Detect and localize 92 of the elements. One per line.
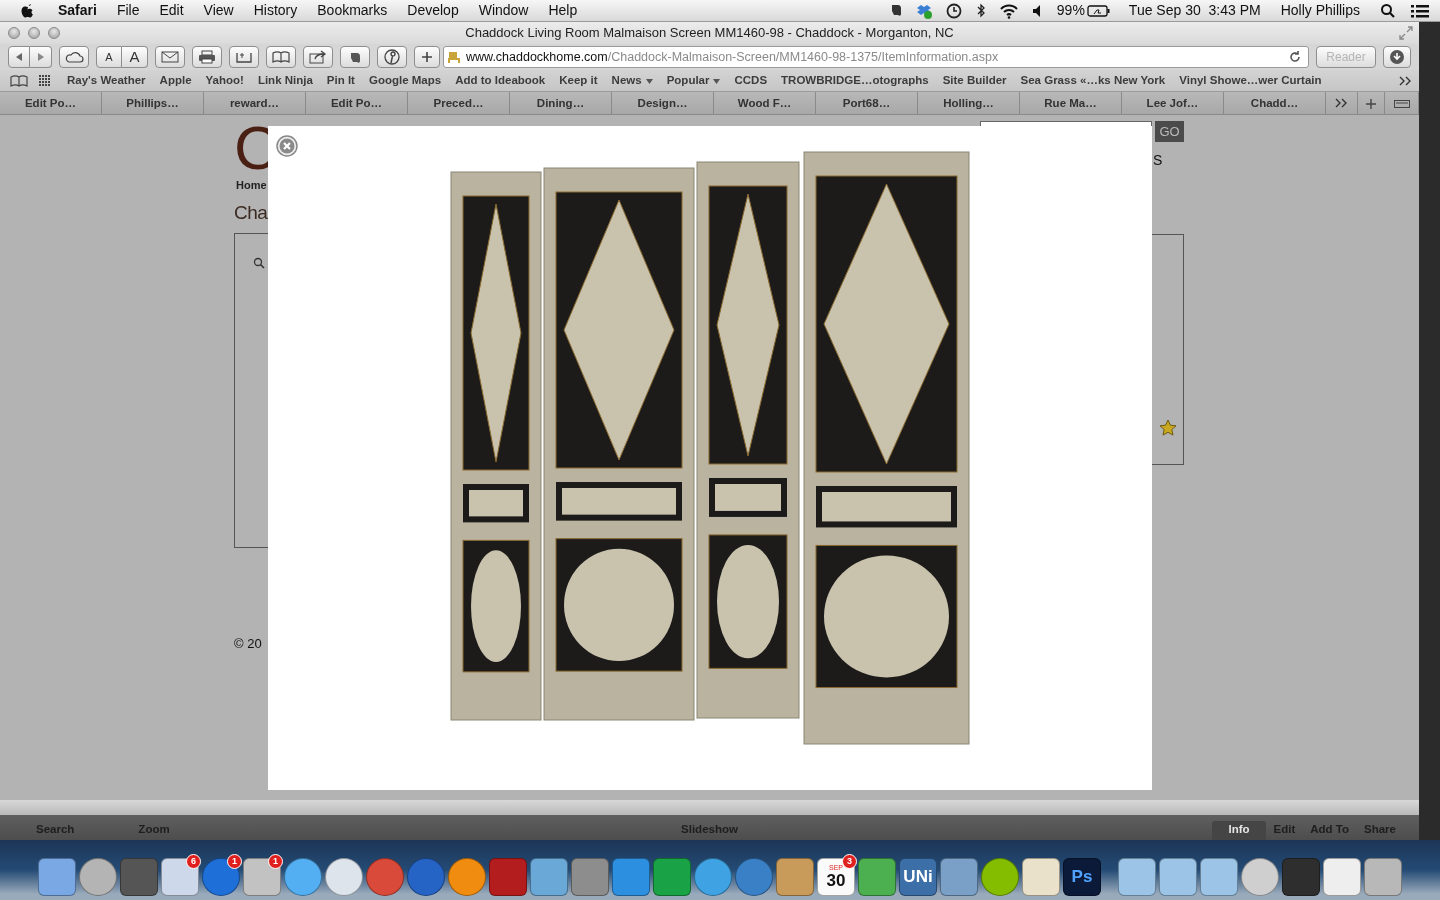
close-icon[interactable] bbox=[276, 134, 298, 157]
reload-icon[interactable] bbox=[1288, 50, 1302, 64]
mail-button[interactable] bbox=[155, 46, 185, 68]
calendar-date: 30 bbox=[826, 872, 846, 890]
copyright-text: © 20 bbox=[234, 635, 262, 653]
window-control[interactable] bbox=[28, 27, 40, 39]
app-logo-text: Ps bbox=[1071, 866, 1093, 889]
chevrons-icon[interactable] bbox=[1335, 98, 1349, 108]
pin-button[interactable] bbox=[377, 46, 407, 68]
app-logo-text: UNi bbox=[903, 866, 933, 889]
uni-logo-icon[interactable]: UNi bbox=[899, 858, 937, 896]
menu-item[interactable]: Help bbox=[538, 0, 588, 21]
share-button[interactable] bbox=[303, 46, 333, 68]
side-letter: S bbox=[1153, 151, 1163, 170]
toolbar-tab[interactable]: Info bbox=[1212, 820, 1266, 840]
bookmark-link[interactable]: Site Builder bbox=[935, 71, 1014, 90]
book-icon[interactable] bbox=[10, 74, 28, 87]
back-button[interactable] bbox=[8, 46, 30, 68]
right-triangle-icon bbox=[35, 52, 46, 62]
notification-count: 1 bbox=[227, 854, 242, 869]
bookmark-link[interactable]: Apple bbox=[152, 71, 199, 90]
breadcrumb-link[interactable]: Home bbox=[236, 177, 267, 194]
add-bookmark-button[interactable] bbox=[229, 46, 259, 68]
new-tab-button[interactable] bbox=[414, 46, 440, 68]
cloud-icon bbox=[64, 51, 84, 63]
menu-item[interactable]: View bbox=[193, 0, 244, 21]
window-thumbnail-icon[interactable] bbox=[1323, 858, 1361, 896]
envelope-icon bbox=[161, 51, 179, 63]
address-host: www.chaddockhome.com bbox=[466, 48, 608, 66]
bookmarks-button[interactable] bbox=[266, 46, 296, 68]
ps-logo-icon[interactable]: Ps bbox=[1063, 858, 1101, 896]
bookmark-link[interactable]: News bbox=[604, 71, 660, 90]
menu-item[interactable]: Window bbox=[468, 0, 539, 21]
bookmark-link[interactable]: Link Ninja bbox=[250, 71, 320, 90]
text-smaller-button[interactable]: A bbox=[96, 46, 122, 68]
caret-icon bbox=[713, 77, 721, 84]
search-field[interactable] bbox=[980, 121, 1152, 126]
page-heading: Cha bbox=[234, 200, 268, 225]
bookmark-link[interactable]: Sea Grass «…ks New York bbox=[1013, 71, 1173, 90]
search-icon[interactable] bbox=[253, 256, 265, 269]
fullscreen-icon[interactable] bbox=[1399, 26, 1413, 40]
menu-item[interactable]: Edit bbox=[149, 0, 194, 21]
caret-icon bbox=[645, 77, 653, 84]
bookmark-link[interactable]: Popular bbox=[659, 71, 728, 90]
window-thumbnail-icon[interactable] bbox=[1282, 858, 1320, 896]
address-path: /Chaddock-Malmaison-Screen/MM1460-98-1375/ItemInformation.aspx bbox=[607, 48, 1000, 66]
battery-percent: 99% bbox=[1055, 1, 1086, 20]
print-button[interactable] bbox=[192, 46, 222, 68]
menu-item[interactable]: File bbox=[106, 0, 150, 21]
bookmark-link[interactable]: CCDS bbox=[727, 71, 775, 90]
window-control[interactable] bbox=[8, 27, 20, 39]
menu-item[interactable]: History bbox=[243, 0, 308, 21]
bookmark-link[interactable]: Vinyl Showe…wer Curtain bbox=[1172, 71, 1329, 90]
window-control[interactable] bbox=[48, 27, 60, 39]
bookmark-link[interactable]: Google Maps bbox=[361, 71, 449, 90]
chair-icon bbox=[446, 50, 462, 64]
pin-circle-icon bbox=[384, 49, 400, 65]
window-title: Chaddock Living Room Malmaison Screen MM1460-98 - Chaddock - Morganton, NC bbox=[464, 24, 955, 43]
plus-icon bbox=[421, 51, 433, 63]
notification-count: 1 bbox=[268, 854, 283, 869]
notification-count: 6 bbox=[186, 854, 201, 869]
menu-item[interactable]: Develop bbox=[397, 0, 469, 21]
go-button[interactable]: GO bbox=[1155, 121, 1184, 142]
bookmark-link[interactable]: Ray's Weather bbox=[60, 71, 153, 90]
text-larger-button[interactable]: A bbox=[122, 46, 148, 68]
forward-button[interactable] bbox=[30, 46, 52, 68]
menu-item[interactable]: Bookmarks bbox=[307, 0, 398, 21]
battery-icon[interactable] bbox=[1086, 3, 1111, 18]
tray-plus-icon bbox=[235, 50, 253, 64]
grid-icon[interactable] bbox=[38, 74, 52, 87]
user-name[interactable]: Holly Phillips bbox=[1270, 0, 1370, 21]
clock[interactable]: Tue Sep 30 3:43 PM bbox=[1118, 0, 1271, 21]
printer-icon bbox=[198, 50, 216, 64]
download-button[interactable] bbox=[1383, 46, 1411, 68]
bookmark-link[interactable]: Yahoo! bbox=[198, 71, 251, 90]
list-icon[interactable] bbox=[1410, 2, 1430, 19]
download-icon bbox=[1389, 49, 1405, 65]
left-triangle-icon bbox=[14, 52, 24, 62]
search-icon[interactable] bbox=[1380, 2, 1396, 19]
bookmark-link[interactable]: Pin It bbox=[319, 71, 362, 90]
tab-overview-icon bbox=[1393, 99, 1410, 108]
star-icon[interactable] bbox=[1158, 419, 1177, 436]
address-field[interactable]: www.chaddockhome.com/Chaddock-Malmaison-Screen/MM1460-98-1375/ItemInformation.aspx bbox=[443, 46, 1309, 68]
plus-icon bbox=[1366, 98, 1376, 109]
chevrons-icon[interactable] bbox=[1399, 75, 1413, 86]
bookmark-link[interactable]: TROWBRIDGE…otographs bbox=[774, 71, 936, 90]
cloud-button[interactable] bbox=[59, 46, 89, 68]
apple-logo-icon[interactable] bbox=[20, 1, 36, 20]
bookmark-link[interactable]: Add to Ideabook bbox=[448, 71, 553, 90]
notification-count: 3 bbox=[842, 854, 857, 869]
bookmark-link[interactable]: Keep it bbox=[552, 71, 605, 90]
app-menu[interactable]: Safari bbox=[48, 0, 107, 21]
